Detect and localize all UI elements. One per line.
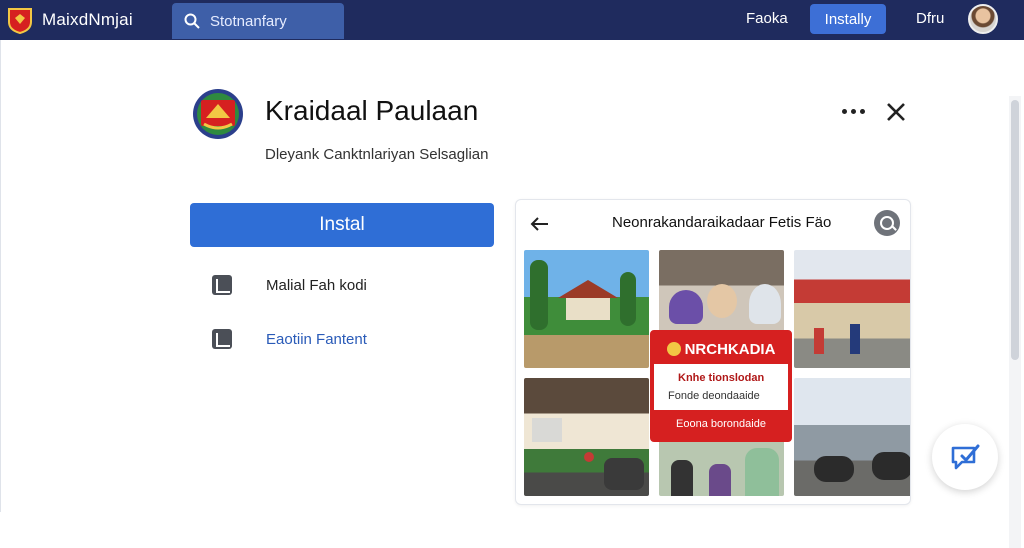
feedback-button[interactable] xyxy=(932,424,998,490)
more-dot-icon xyxy=(841,108,847,114)
brand[interactable]: MaixdNmjai xyxy=(6,5,133,35)
brand-logo-icon xyxy=(8,8,32,34)
preview-card: Neonrakandaraikadaar Fetis Fäo NRCHKADIA… xyxy=(515,199,911,505)
search-input[interactable] xyxy=(210,12,340,30)
action-open-link[interactable]: Malial Fah kodi xyxy=(212,273,367,297)
nav-install-button[interactable]: Instally xyxy=(810,4,886,34)
app-title: Kraidaal Paulaan xyxy=(265,95,479,126)
launch-icon xyxy=(212,275,232,295)
more-dot-icon xyxy=(859,108,865,114)
nav-link-dfru[interactable]: Dfru xyxy=(916,10,944,27)
action-label: Malial Fah kodi xyxy=(266,276,367,294)
emblem-icon xyxy=(666,342,681,356)
banner-header: NRCHKADIA xyxy=(654,334,788,364)
preview-photo-street[interactable] xyxy=(524,378,649,496)
action-label: Eaotiin Fantent xyxy=(266,330,367,348)
banner-line-2: Fonde deondaaide xyxy=(668,390,760,402)
banner-footer: Eoona borondaide xyxy=(654,410,788,438)
app-logo-icon xyxy=(193,89,243,139)
more-dot-icon xyxy=(850,108,856,114)
more-options-button[interactable] xyxy=(838,100,868,122)
preview-search-icon[interactable] xyxy=(874,210,900,236)
search-icon xyxy=(184,13,200,29)
brand-name: MaixdNmjai xyxy=(42,10,133,29)
action-report-content[interactable]: Eaotiin Fantent xyxy=(212,327,367,351)
nav-link-faoka[interactable]: Faoka xyxy=(746,10,788,27)
report-icon xyxy=(212,329,232,349)
back-arrow-icon[interactable] xyxy=(528,212,552,236)
search-box[interactable] xyxy=(172,3,344,39)
preview-photo-motorbikes[interactable] xyxy=(794,378,910,496)
scrollbar[interactable] xyxy=(1009,96,1021,548)
banner-line-1: Knhe tionslodan xyxy=(678,372,765,384)
feedback-icon xyxy=(951,444,980,470)
preview-photo-shopfront[interactable] xyxy=(794,250,910,368)
install-button[interactable]: Instal xyxy=(190,203,494,247)
avatar[interactable] xyxy=(968,4,998,34)
top-bar: MaixdNmjai Faoka Instally Dfru xyxy=(0,0,1024,40)
preview-title: Neonrakandaraikadaar Fetis Fäo xyxy=(612,214,832,231)
promo-banner[interactable]: NRCHKADIA Knhe tionslodan Fonde deondaai… xyxy=(650,330,792,442)
banner-title: NRCHKADIA xyxy=(684,340,776,358)
close-icon[interactable] xyxy=(884,100,908,124)
app-subtitle: Dleyank Canktnlariyan Selsaglian xyxy=(265,146,489,163)
preview-photo-village[interactable] xyxy=(524,250,649,368)
scrollbar-thumb[interactable] xyxy=(1011,100,1019,360)
